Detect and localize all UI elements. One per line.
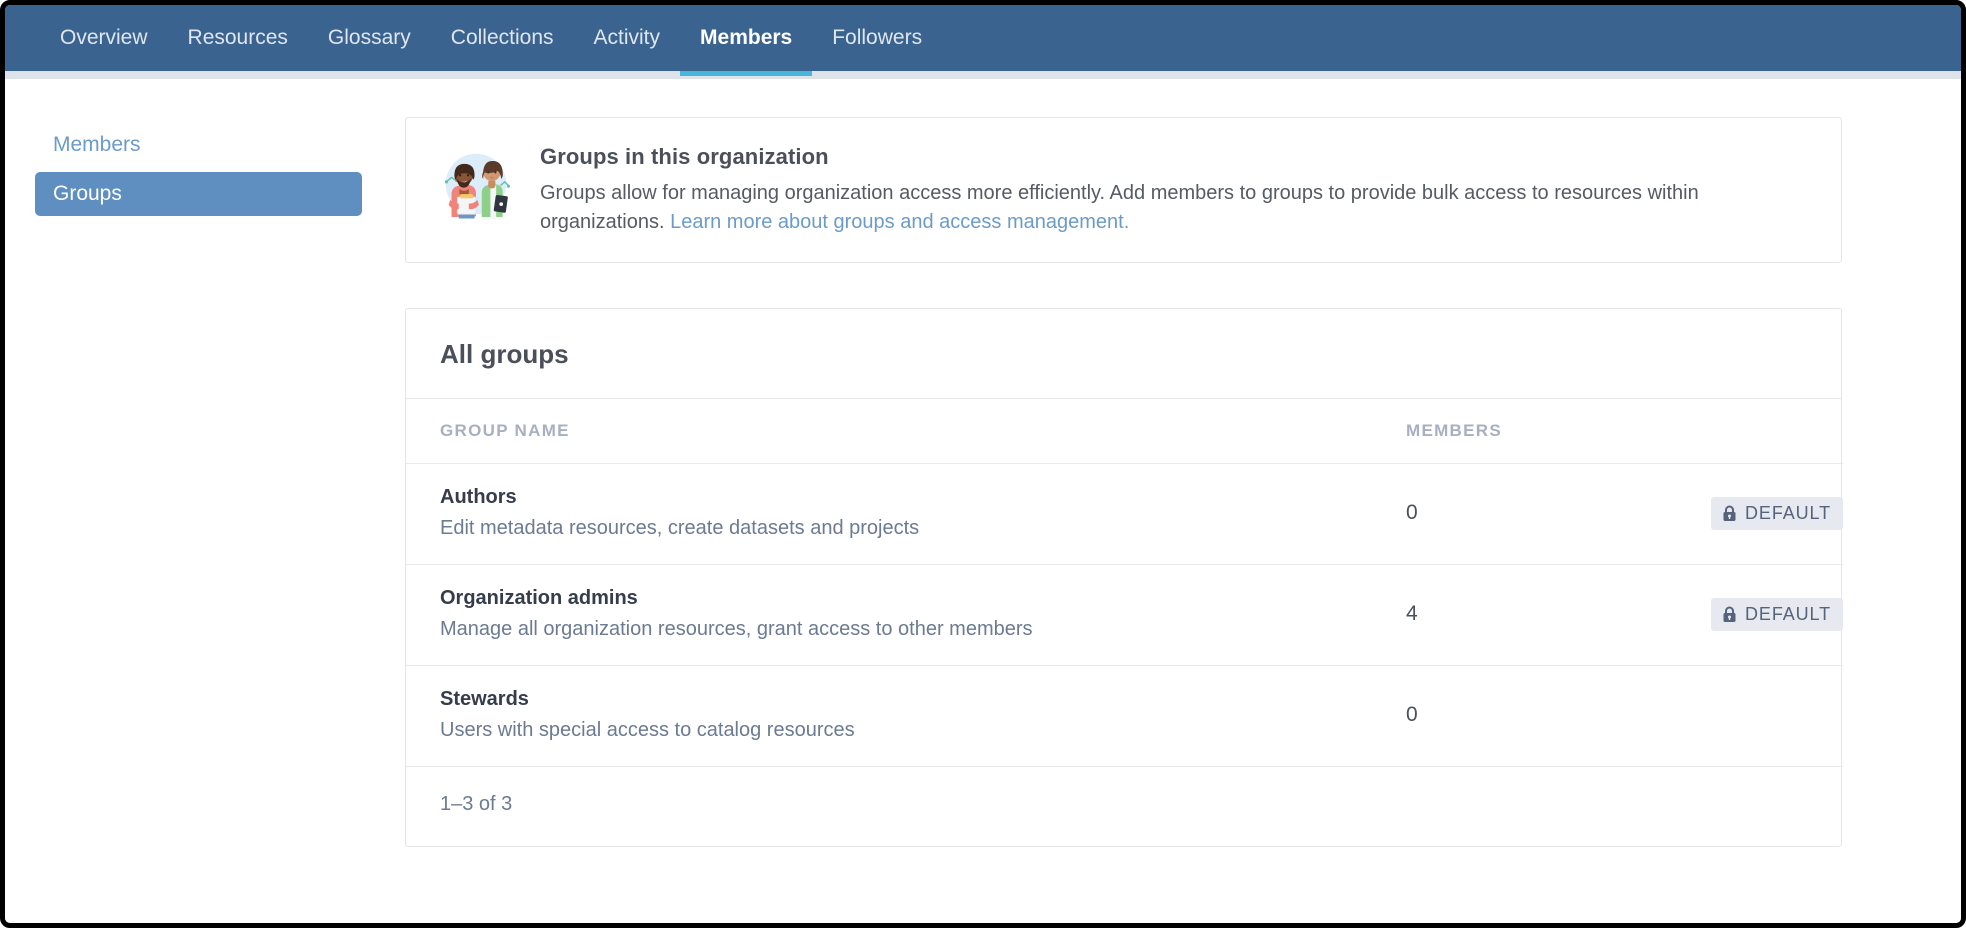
- column-header-members: MEMBERS: [1406, 399, 1596, 465]
- info-card-body: Groups allow for managing organization a…: [540, 179, 1811, 236]
- group-badge-cell: DEFAULT: [1596, 463, 1843, 566]
- nav-item-collections[interactable]: Collections: [431, 5, 574, 71]
- group-members-cell: 4: [1406, 564, 1596, 667]
- status-badge: DEFAULT: [1711, 496, 1843, 530]
- group-description: Users with special access to catalog res…: [440, 719, 855, 742]
- primary-navigation: Overview Resources Glossary Collections …: [5, 5, 1961, 71]
- group-member-count: 4: [1406, 602, 1418, 626]
- info-card-title: Groups in this organization: [540, 144, 829, 169]
- all-groups-card: All groups GROUP NAME MEMBERS Authors Ed…: [405, 308, 1843, 848]
- main-content: Groups in this organization Groups allow…: [405, 79, 1961, 923]
- group-name[interactable]: Stewards: [440, 688, 1406, 711]
- info-text-block: Groups in this organization Groups allow…: [540, 144, 1811, 236]
- two-people-illustration: [440, 148, 512, 220]
- lock-icon: [1722, 505, 1737, 522]
- nav-item-followers[interactable]: Followers: [812, 5, 942, 71]
- column-header-actions: [1596, 399, 1843, 465]
- groups-table: GROUP NAME MEMBERS Authors Edit metadata…: [406, 399, 1843, 768]
- table-row[interactable]: Stewards Users with special access to ca…: [406, 665, 1843, 768]
- group-badge-cell: [1596, 665, 1843, 768]
- groups-info-card: Groups in this organization Groups allow…: [405, 117, 1842, 264]
- group-name-cell: Organization admins Manage all organizat…: [406, 564, 1406, 667]
- sidebar-item-members[interactable]: Members: [35, 127, 405, 163]
- nav-underline-track: [5, 71, 1961, 79]
- column-header-group-name: GROUP NAME: [406, 399, 1406, 465]
- groups-table-header-row: GROUP NAME MEMBERS: [406, 399, 1843, 465]
- page-body: Members Groups Groups in this organizati…: [5, 79, 1961, 923]
- group-members-cell: 0: [1406, 463, 1596, 566]
- group-name[interactable]: Organization admins: [440, 587, 1406, 610]
- group-members-cell: 0: [1406, 665, 1596, 768]
- group-member-count: 0: [1406, 501, 1418, 525]
- pagination-label: 1–3 of 3: [440, 793, 513, 816]
- status-badge-label: DEFAULT: [1745, 603, 1831, 624]
- all-groups-title: All groups: [440, 339, 569, 370]
- nav-item-resources[interactable]: Resources: [168, 5, 308, 71]
- nav-item-activity[interactable]: Activity: [574, 5, 681, 71]
- group-name-cell: Authors Edit metadata resources, create …: [406, 463, 1406, 566]
- settings-sidebar: Members Groups: [5, 79, 405, 923]
- group-name-cell: Stewards Users with special access to ca…: [406, 665, 1406, 768]
- lock-icon: [1722, 606, 1737, 623]
- app-window: Overview Resources Glossary Collections …: [0, 0, 1966, 928]
- active-tab-underline: [680, 71, 813, 76]
- nav-item-members[interactable]: Members: [680, 5, 812, 71]
- learn-more-link[interactable]: Learn more about groups and access manag…: [670, 211, 1129, 233]
- group-member-count: 0: [1406, 703, 1418, 727]
- table-row[interactable]: Organization admins Manage all organizat…: [406, 564, 1843, 667]
- nav-item-glossary[interactable]: Glossary: [308, 5, 431, 71]
- sidebar-item-groups[interactable]: Groups: [35, 172, 362, 216]
- group-name[interactable]: Authors: [440, 486, 1406, 509]
- status-badge: DEFAULT: [1711, 597, 1843, 631]
- group-description: Manage all organization resources, grant…: [440, 618, 1033, 641]
- status-badge-label: DEFAULT: [1745, 502, 1831, 523]
- all-groups-header: All groups: [406, 309, 1841, 400]
- nav-item-overview[interactable]: Overview: [40, 5, 168, 71]
- group-badge-cell: DEFAULT: [1596, 564, 1843, 667]
- table-row[interactable]: Authors Edit metadata resources, create …: [406, 463, 1843, 566]
- group-description: Edit metadata resources, create datasets…: [440, 517, 920, 540]
